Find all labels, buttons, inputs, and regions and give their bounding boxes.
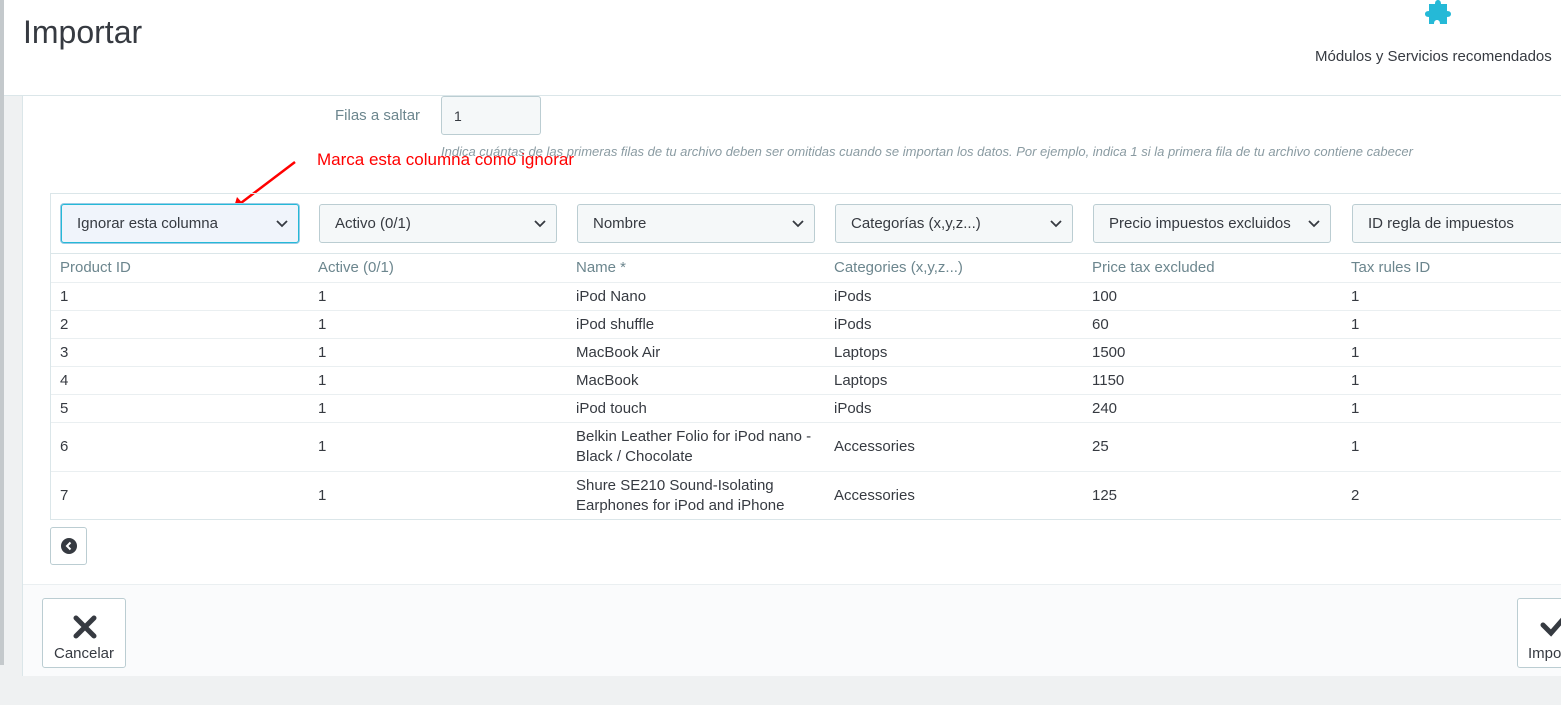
page-title: Importar <box>23 14 143 50</box>
table-cell: 1 <box>309 421 567 471</box>
table-cell: 1 <box>309 393 567 422</box>
table-cell: 1 <box>1342 281 1561 310</box>
chevron-circle-left-icon <box>61 538 77 554</box>
table-cell: Laptops <box>825 337 1083 366</box>
chevron-down-icon <box>1308 220 1320 228</box>
table-cell: 1 <box>309 365 567 394</box>
column-select-4[interactable]: Categorías (x,y,z...) <box>835 204 1073 243</box>
table-cell: MacBook <box>567 365 825 394</box>
table-cell: iPods <box>825 309 1083 338</box>
table-cell: 1 <box>309 309 567 338</box>
import-button[interactable]: Impo <box>1517 598 1561 668</box>
column-select-value: Nombre <box>593 215 647 232</box>
screen: Importar Módulos y Servicios recomendado… <box>0 0 1561 705</box>
table-header-row: Product ID Active (0/1) Name * Categorie… <box>51 254 1561 282</box>
table-cell: 1 <box>1342 365 1561 394</box>
table-cell: 7 <box>51 470 309 520</box>
table-cell: 1150 <box>1083 365 1342 394</box>
table-cell: iPods <box>825 281 1083 310</box>
page-header: Importar Módulos y Servicios recomendado… <box>4 0 1561 96</box>
form-footer: Cancelar Impo <box>23 584 1561 676</box>
table-cell: 60 <box>1083 309 1342 338</box>
table-cell: 125 <box>1083 470 1342 520</box>
table-cell: iPods <box>825 393 1083 422</box>
close-icon <box>73 615 97 639</box>
table-header: Name * <box>576 259 627 277</box>
table-cell: 1 <box>1342 337 1561 366</box>
cancel-button[interactable]: Cancelar <box>42 598 126 668</box>
table-row: 1 1 iPod Nano iPods 100 1 <box>51 281 1561 310</box>
table-cell: 1 <box>309 281 567 310</box>
table-cell: 1500 <box>1083 337 1342 366</box>
chevron-down-icon <box>276 220 288 228</box>
skip-rows-input[interactable] <box>441 96 541 135</box>
table-header: Categories (x,y,z...) <box>834 259 963 277</box>
column-select-value: Categorías (x,y,z...) <box>851 215 981 232</box>
table-row: 6 1 Belkin Leather Folio for iPod nano -… <box>51 421 1561 471</box>
column-select-5[interactable]: Precio impuestos excluidos <box>1093 204 1331 243</box>
table-cell: 1 <box>309 470 567 520</box>
skip-rows-label: Filas a saltar <box>335 107 421 124</box>
csv-preview-table: Ignorar esta columna Activo (0/1) Nombre… <box>50 193 1561 520</box>
table-cell: Accessories <box>825 470 1083 520</box>
check-icon <box>1540 617 1561 637</box>
table-header: Product ID <box>60 259 131 277</box>
table-cell: 1 <box>1342 309 1561 338</box>
table-row: 4 1 MacBook Laptops 1150 1 <box>51 365 1561 394</box>
table-cell: 2 <box>51 309 309 338</box>
table-cell: 4 <box>51 365 309 394</box>
table-row: 7 1 Shure SE210 Sound-Isolating Earphone… <box>51 470 1561 520</box>
column-select-2[interactable]: Activo (0/1) <box>319 204 557 243</box>
table-cell: 1 <box>1342 421 1561 471</box>
table-cell: 1 <box>309 337 567 366</box>
import-card: Filas a saltar Indica cuántas de las pri… <box>22 96 1561 676</box>
table-cell: iPod touch <box>567 393 825 422</box>
column-mapping-row: Ignorar esta columna Activo (0/1) Nombre… <box>51 194 1561 254</box>
preview-table: Product ID Active (0/1) Name * Categorie… <box>51 254 1561 520</box>
toolbar-label: Módulos y Servicios recomendados <box>1315 48 1552 65</box>
cancel-label: Cancelar <box>53 645 115 662</box>
table-cell: 2 <box>1342 470 1561 520</box>
table-row: 5 1 iPod touch iPods 240 1 <box>51 393 1561 422</box>
column-select-value: Precio impuestos excluidos <box>1109 215 1291 232</box>
table-cell: 25 <box>1083 421 1342 471</box>
table-cell: 5 <box>51 393 309 422</box>
table-cell: MacBook Air <box>567 337 825 366</box>
column-select-value: Activo (0/1) <box>335 215 411 232</box>
table-cell: iPod Nano <box>567 281 825 310</box>
table-header: Price tax excluded <box>1092 259 1215 277</box>
table-cell: 100 <box>1083 281 1342 310</box>
table-row: 3 1 MacBook Air Laptops 1500 1 <box>51 337 1561 366</box>
table-row: 2 1 iPod shuffle iPods 60 1 <box>51 309 1561 338</box>
column-select-value: ID regla de impuestos <box>1368 215 1514 232</box>
skip-rows-help: Indica cuántas de las primeras filas de … <box>441 144 1413 159</box>
table-cell: Belkin Leather Folio for iPod nano - Bla… <box>567 421 825 471</box>
table-cell: 240 <box>1083 393 1342 422</box>
previous-columns-button[interactable] <box>50 527 87 565</box>
table-cell: 3 <box>51 337 309 366</box>
table-cell: 1 <box>51 281 309 310</box>
annotation-text: Marca esta columna como ignorar <box>317 150 575 169</box>
puzzle-icon <box>1425 0 1451 24</box>
left-rail <box>0 0 4 665</box>
table-header: Tax rules ID <box>1351 259 1431 277</box>
table-cell: Laptops <box>825 365 1083 394</box>
table-cell: 6 <box>51 421 309 471</box>
column-select-6[interactable]: ID regla de impuestos <box>1352 204 1561 243</box>
chevron-down-icon <box>792 220 804 228</box>
column-select-1[interactable]: Ignorar esta columna <box>61 204 299 243</box>
import-label: Impo <box>1528 645 1561 662</box>
column-select-3[interactable]: Nombre <box>577 204 815 243</box>
table-cell: 1 <box>1342 393 1561 422</box>
table-cell: iPod shuffle <box>567 309 825 338</box>
recommended-modules-button[interactable]: Módulos y Servicios recomendados <box>1309 0 1561 96</box>
table-header: Active (0/1) <box>318 259 394 277</box>
column-select-value: Ignorar esta columna <box>77 215 218 232</box>
table-cell: Shure SE210 Sound-Isolating Earphones fo… <box>567 470 825 520</box>
table-cell: Accessories <box>825 421 1083 471</box>
chevron-down-icon <box>1050 220 1062 228</box>
chevron-down-icon <box>534 220 546 228</box>
